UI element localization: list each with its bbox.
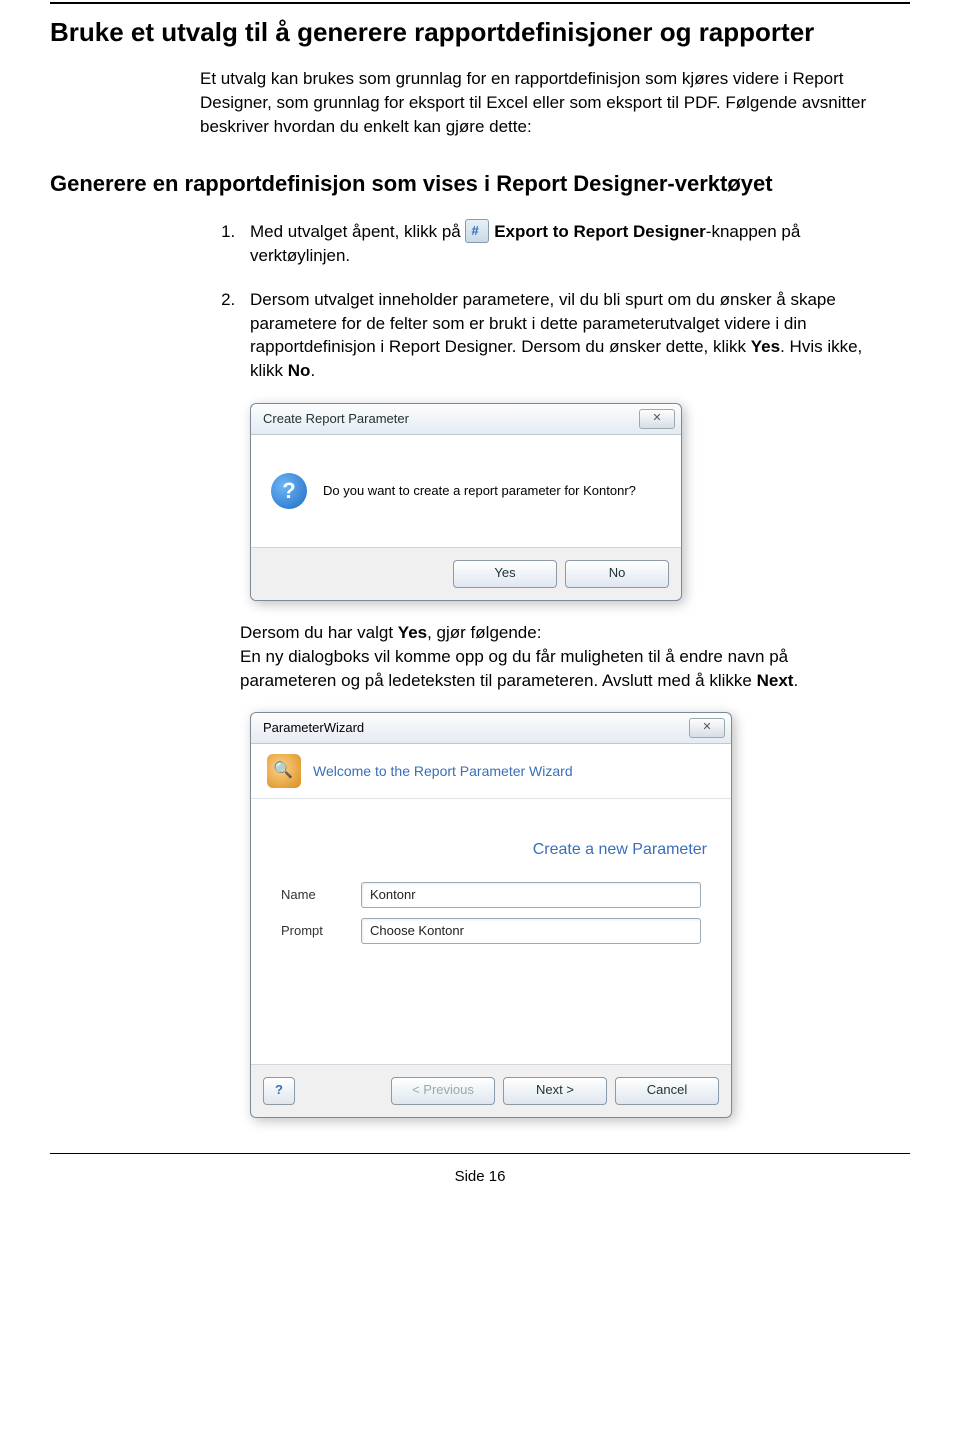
- steps-list: Med utvalget åpent, klikk på Export to R…: [200, 220, 870, 384]
- heading-1: Bruke et utvalg til å generere rapportde…: [50, 14, 910, 50]
- step-2-text3: .: [310, 361, 315, 380]
- next-button[interactable]: Next >: [503, 1077, 607, 1105]
- bottom-rule: [50, 1153, 910, 1154]
- step-1-bold: Export to Report Designer: [494, 222, 706, 241]
- dialog1-title: Create Report Parameter: [263, 410, 409, 428]
- after-line2b: .: [793, 671, 798, 690]
- name-label: Name: [281, 886, 361, 904]
- after-yes-bold: Yes: [398, 623, 427, 642]
- step-2-no: No: [288, 361, 311, 380]
- wizard-subtitle: Create a new Parameter: [251, 799, 731, 871]
- step-2-yes: Yes: [751, 337, 780, 356]
- question-icon: ?: [271, 473, 307, 509]
- after-next-bold: Next: [757, 671, 794, 690]
- name-input[interactable]: Kontonr: [361, 882, 701, 908]
- prompt-label: Prompt: [281, 922, 361, 940]
- export-to-report-designer-icon: [465, 219, 489, 243]
- help-button[interactable]: ?: [263, 1077, 295, 1105]
- heading-2: Generere en rapportdefinisjon som vises …: [50, 169, 910, 200]
- top-rule: [50, 2, 910, 4]
- intro-paragraph: Et utvalg kan brukes som grunnlag for en…: [200, 67, 870, 138]
- yes-button[interactable]: Yes: [453, 560, 557, 588]
- after-line1a: Dersom du har valgt: [240, 623, 398, 642]
- after-yes-paragraph: Dersom du har valgt Yes, gjør følgende: …: [240, 621, 870, 692]
- step-1-pre: Med utvalget åpent, klikk på: [250, 222, 461, 241]
- wizard-title: ParameterWizard: [263, 719, 364, 737]
- after-line1b: , gjør følgende:: [427, 623, 541, 642]
- step-2-text1: Dersom utvalget inneholder parametere, v…: [250, 290, 836, 357]
- prompt-input[interactable]: Choose Kontonr: [361, 918, 701, 944]
- parameter-wizard-dialog: ParameterWizard ✕ Welcome to the Report …: [250, 712, 910, 1117]
- close-button[interactable]: ✕: [689, 718, 725, 738]
- after-line2a: En ny dialogboks vil komme opp og du får…: [240, 647, 788, 690]
- dialog1-question: Do you want to create a report parameter…: [323, 482, 636, 500]
- page-number: Side 16: [50, 1166, 910, 1207]
- cancel-button[interactable]: Cancel: [615, 1077, 719, 1105]
- gear-magnifier-icon: [267, 754, 301, 788]
- previous-button[interactable]: < Previous: [391, 1077, 495, 1105]
- step-1: Med utvalget åpent, klikk på Export to R…: [240, 220, 870, 268]
- create-report-parameter-dialog: Create Report Parameter ✕ ? Do you want …: [250, 403, 910, 601]
- no-button[interactable]: No: [565, 560, 669, 588]
- close-button[interactable]: ✕: [639, 409, 675, 429]
- step-2: Dersom utvalget inneholder parametere, v…: [240, 288, 870, 383]
- wizard-welcome: Welcome to the Report Parameter Wizard: [313, 762, 573, 782]
